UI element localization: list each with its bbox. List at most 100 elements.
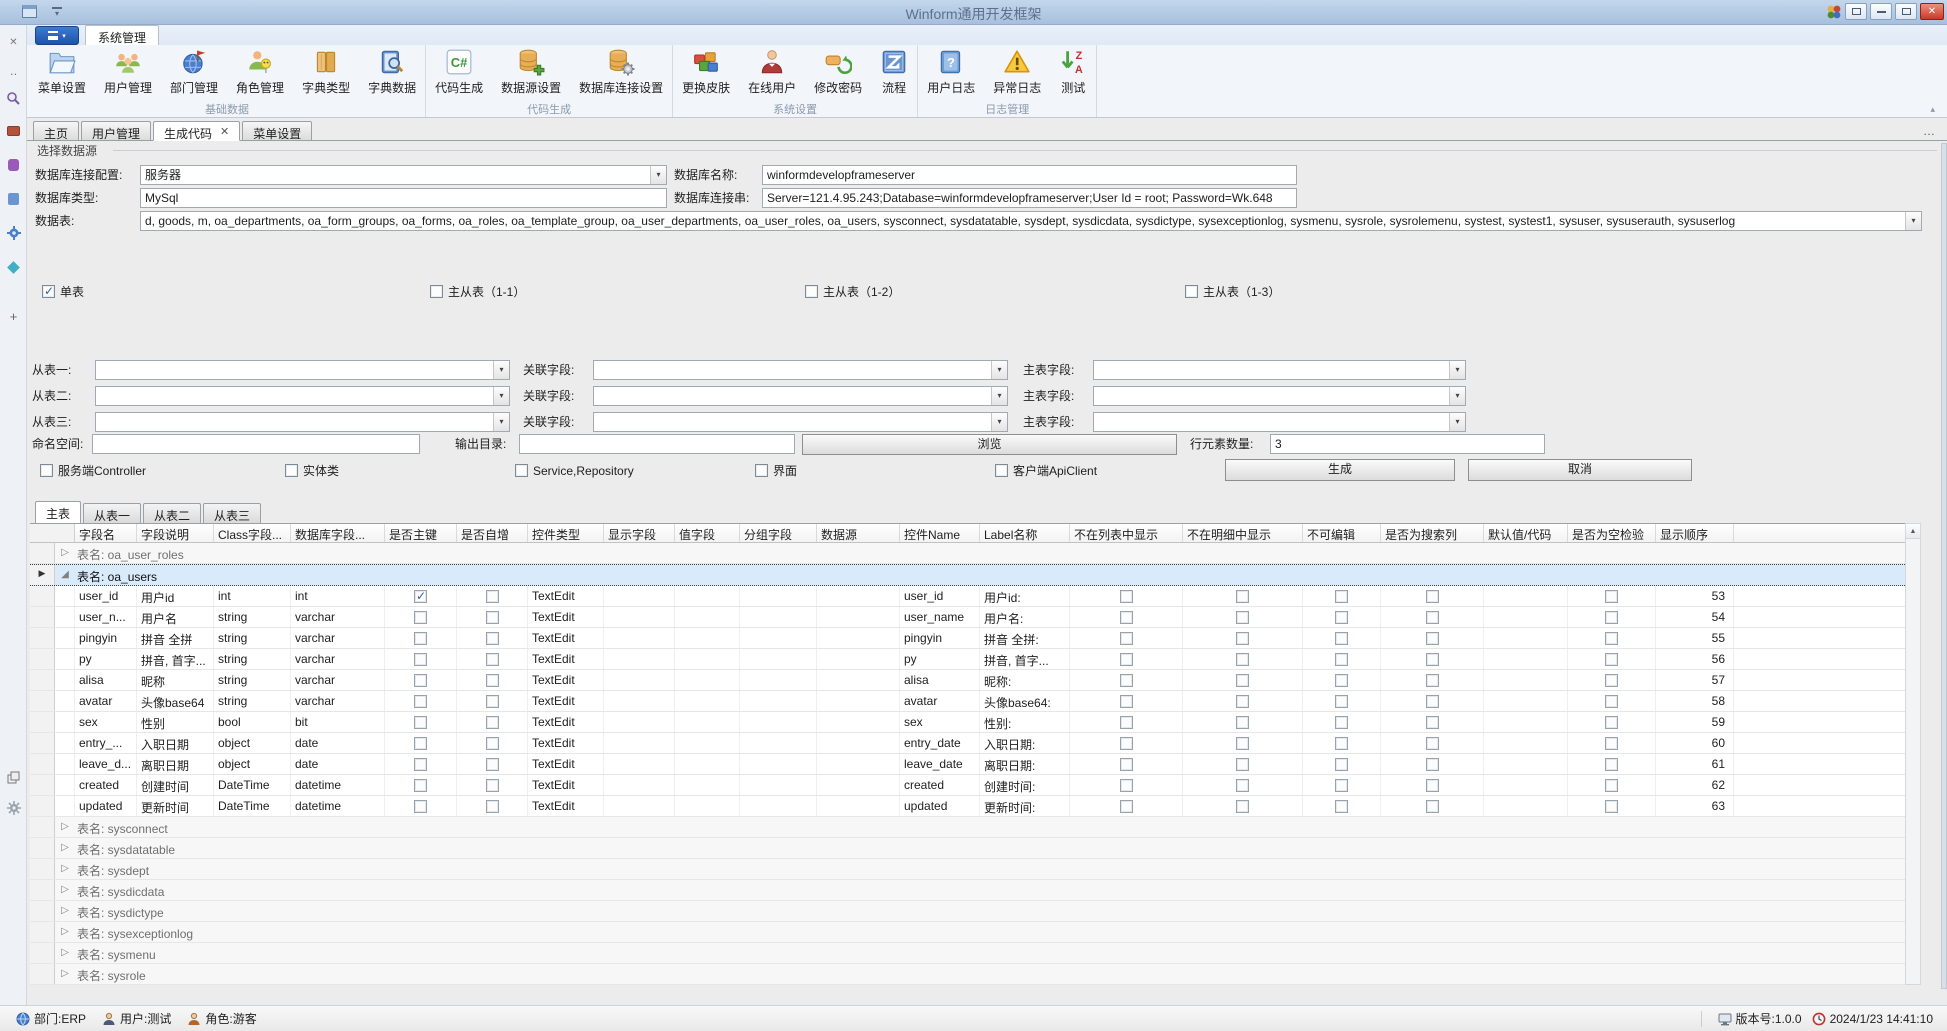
grid-field-row[interactable]: updated更新时间DateTimedatetimeTextEditupdat…: [30, 796, 1905, 817]
tables-combo[interactable]: d, goods, m, oa_departments, oa_form_gro…: [140, 211, 1922, 231]
output-dir-input[interactable]: [519, 434, 795, 454]
grid-group-row[interactable]: ▷表名: sysdicdata: [30, 880, 1905, 901]
grid-checkbox-cell[interactable]: [385, 691, 457, 711]
grid-checkbox-cell[interactable]: [1568, 607, 1656, 627]
unchecked-checkbox[interactable]: [1426, 590, 1439, 603]
chevron-down-icon[interactable]: ▾: [1905, 212, 1921, 230]
unchecked-checkbox[interactable]: [1236, 716, 1249, 729]
assoc-field-combo-0[interactable]: ▾: [593, 360, 1008, 380]
float-window-icon[interactable]: [0, 771, 27, 784]
grid-checkbox-cell[interactable]: [1183, 796, 1303, 816]
grid-column-header[interactable]: 是否主键: [385, 524, 457, 542]
expand-icon[interactable]: ▷: [55, 817, 75, 837]
checkbox-box[interactable]: [285, 464, 298, 477]
settings-blue-icon[interactable]: [0, 226, 27, 240]
ribbon-button[interactable]: ZA测试: [1050, 47, 1096, 100]
grid-checkbox-cell[interactable]: [457, 649, 528, 669]
grid-checkbox-cell[interactable]: [457, 733, 528, 753]
unchecked-checkbox[interactable]: [486, 758, 499, 771]
ribbon-button[interactable]: 菜单设置: [29, 47, 95, 100]
grid-checkbox-cell[interactable]: [1070, 712, 1183, 732]
unchecked-checkbox[interactable]: [1120, 800, 1133, 813]
unchecked-checkbox[interactable]: [1236, 695, 1249, 708]
unchecked-checkbox[interactable]: [1426, 611, 1439, 624]
chevron-down-icon[interactable]: ▾: [650, 166, 666, 184]
db-conn-str-input[interactable]: [762, 188, 1297, 208]
grid-field-row[interactable]: user_id用户idintintTextEdituser_id用户id:53: [30, 586, 1905, 607]
grid-checkbox-cell[interactable]: [1381, 712, 1484, 732]
checkbox-box[interactable]: [42, 285, 55, 298]
grid-checkbox-cell[interactable]: [1381, 733, 1484, 753]
grid-column-header[interactable]: 不可编辑: [1303, 524, 1381, 542]
grid-checkbox-cell[interactable]: [457, 628, 528, 648]
unchecked-checkbox[interactable]: [1426, 695, 1439, 708]
ribbon-tab-system[interactable]: 系统管理: [85, 25, 159, 45]
grid-checkbox-cell[interactable]: [385, 775, 457, 795]
unchecked-checkbox[interactable]: [1236, 758, 1249, 771]
grid-checkbox-cell[interactable]: [1303, 775, 1381, 795]
grid-checkbox-cell[interactable]: [385, 649, 457, 669]
grid-checkbox-cell[interactable]: [385, 712, 457, 732]
document-icon[interactable]: [0, 193, 27, 208]
grid-field-row[interactable]: avatar头像base64stringvarcharTextEditavata…: [30, 691, 1905, 712]
mode-checkbox-2[interactable]: 主从表（1-2）: [805, 284, 900, 299]
grid-checkbox-cell[interactable]: [1381, 607, 1484, 627]
unchecked-checkbox[interactable]: [1120, 611, 1133, 624]
grid-checkbox-cell[interactable]: [385, 796, 457, 816]
gen-checkbox-0[interactable]: 服务端Controller: [40, 463, 146, 478]
grid-field-row[interactable]: entry_...入职日期objectdateTextEditentry_dat…: [30, 733, 1905, 754]
grid-group-row[interactable]: ▷表名: sysdictype: [30, 901, 1905, 922]
expand-icon[interactable]: ▷: [55, 943, 75, 963]
grid-column-header[interactable]: 不在明细中显示: [1183, 524, 1303, 542]
unchecked-checkbox[interactable]: [1236, 590, 1249, 603]
unchecked-checkbox[interactable]: [1605, 674, 1618, 687]
grid-checkbox-cell[interactable]: [1381, 691, 1484, 711]
grid-column-header[interactable]: 值字段: [675, 524, 740, 542]
grid-checkbox-cell[interactable]: [385, 607, 457, 627]
unchecked-checkbox[interactable]: [1236, 800, 1249, 813]
grid-checkbox-cell[interactable]: [385, 733, 457, 753]
unchecked-checkbox[interactable]: [414, 800, 427, 813]
grid-checkbox-cell[interactable]: [1303, 649, 1381, 669]
grid-column-header[interactable]: 字段说明: [137, 524, 214, 542]
grid-checkbox-cell[interactable]: [1183, 691, 1303, 711]
grid-checkbox-cell[interactable]: [457, 775, 528, 795]
unchecked-checkbox[interactable]: [486, 695, 499, 708]
grid-column-header[interactable]: 数据库字段...: [291, 524, 385, 542]
grid-checkbox-cell[interactable]: [1183, 754, 1303, 774]
grid-checkbox-cell[interactable]: [1568, 691, 1656, 711]
master-field-combo-1[interactable]: ▾: [1093, 386, 1466, 406]
unchecked-checkbox[interactable]: [486, 632, 499, 645]
grid-checkbox-cell[interactable]: [1381, 586, 1484, 606]
checkbox-box[interactable]: [1185, 285, 1198, 298]
grid-column-header[interactable]: 是否为搜索列: [1381, 524, 1484, 542]
gen-checkbox-3[interactable]: 界面: [755, 463, 797, 478]
expand-icon[interactable]: ▷: [55, 543, 75, 563]
chevron-down-icon[interactable]: ▾: [991, 413, 1007, 431]
unchecked-checkbox[interactable]: [1605, 653, 1618, 666]
close-tab-icon[interactable]: ✕: [220, 125, 229, 140]
grid-checkbox-cell[interactable]: [1183, 733, 1303, 753]
tab-overflow-icon[interactable]: …: [1923, 124, 1935, 138]
unchecked-checkbox[interactable]: [1426, 632, 1439, 645]
grid-field-row[interactable]: leave_d...离职日期objectdateTextEditleave_da…: [30, 754, 1905, 775]
grid-checkbox-cell[interactable]: [1381, 670, 1484, 690]
grid-tab-主表[interactable]: 主表: [35, 501, 81, 523]
unchecked-checkbox[interactable]: [1426, 758, 1439, 771]
chevron-down-icon[interactable]: ▾: [493, 413, 509, 431]
unchecked-checkbox[interactable]: [1335, 716, 1348, 729]
grid-checkbox-cell[interactable]: [1568, 775, 1656, 795]
ribbon-button[interactable]: 字典类型: [293, 47, 359, 100]
grid-column-header[interactable]: 控件类型: [528, 524, 604, 542]
grid-checkbox-cell[interactable]: [1303, 733, 1381, 753]
grid-group-row[interactable]: ▷表名: sysexceptionlog: [30, 922, 1905, 943]
unchecked-checkbox[interactable]: [1605, 737, 1618, 750]
grid-checkbox-cell[interactable]: [1183, 712, 1303, 732]
unchecked-checkbox[interactable]: [1120, 737, 1133, 750]
grid-column-header[interactable]: Label名称: [980, 524, 1070, 542]
unchecked-checkbox[interactable]: [486, 779, 499, 792]
grid-group-row[interactable]: ▷表名: sysconnect: [30, 817, 1905, 838]
unchecked-checkbox[interactable]: [414, 632, 427, 645]
ribbon-button[interactable]: 在线用户: [739, 47, 805, 100]
grid-field-row[interactable]: sex性别boolbitTextEditsex性别:59: [30, 712, 1905, 733]
